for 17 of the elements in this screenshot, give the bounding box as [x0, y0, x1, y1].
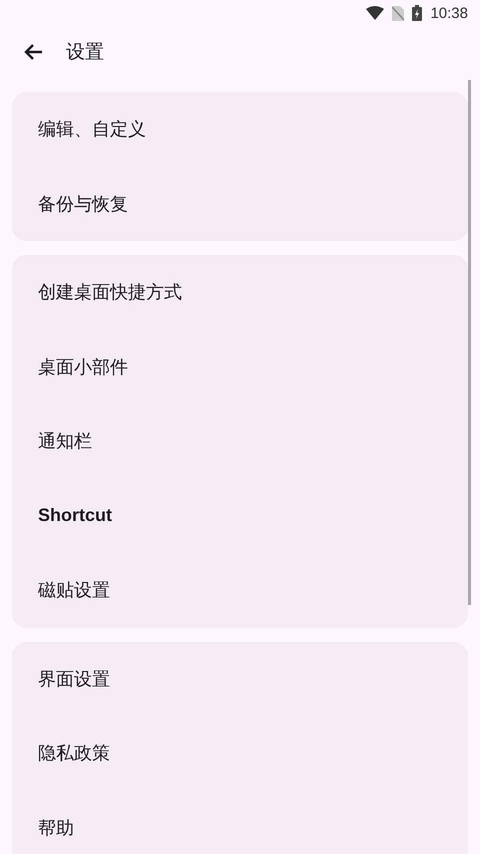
- wifi-icon: [366, 6, 384, 20]
- page-title: 设置: [66, 40, 104, 65]
- settings-item[interactable]: 磁贴设置: [12, 553, 468, 628]
- settings-item[interactable]: 帮助: [12, 790, 468, 854]
- back-arrow-icon: [23, 43, 43, 61]
- status-time: 10:38: [430, 4, 468, 22]
- settings-item[interactable]: 通知栏: [12, 404, 468, 478]
- settings-item[interactable]: Shortcut: [12, 478, 468, 553]
- settings-item[interactable]: 创建桌面快捷方式: [12, 255, 468, 330]
- no-sim-icon: [392, 6, 404, 20]
- battery-icon: [412, 5, 422, 21]
- scrollbar[interactable]: [468, 80, 471, 605]
- settings-item[interactable]: 桌面小部件: [12, 330, 468, 404]
- settings-item[interactable]: 编辑、自定义: [12, 92, 468, 166]
- settings-item[interactable]: 备份与恢复: [12, 166, 468, 241]
- settings-item[interactable]: 界面设置: [12, 642, 468, 716]
- settings-item[interactable]: 隐私政策: [12, 716, 468, 790]
